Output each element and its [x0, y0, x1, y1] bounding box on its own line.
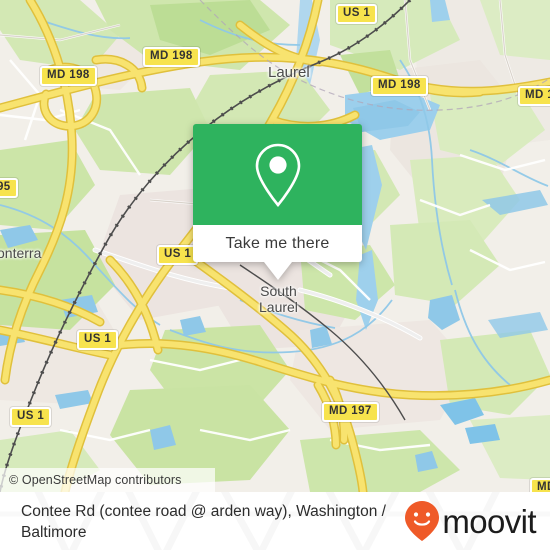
moovit-pin-icon	[405, 501, 440, 541]
road-shield: US 1	[77, 330, 119, 350]
take-me-there-callout[interactable]: Take me there	[193, 124, 362, 280]
road-shield: MD 198	[371, 76, 428, 96]
footer-content: Contee Rd (contee road @ arden way), Was…	[0, 492, 550, 550]
map-label-south-laurel: South Laurel	[259, 283, 298, 315]
place-title: Contee Rd (contee road @ arden way), Was…	[21, 503, 386, 541]
road-shield-label: MD 197	[329, 405, 372, 417]
page-footer: Contee Rd (contee road @ arden way), Was…	[0, 492, 550, 550]
map-pin-icon	[255, 143, 300, 207]
road-shield: MD	[530, 478, 550, 492]
road-shield: MD 198	[40, 66, 97, 86]
road-shield: 95	[0, 178, 18, 198]
road-shield: MD 1	[518, 86, 550, 106]
map-label-line: South	[260, 283, 297, 299]
road-shield: US 1	[10, 407, 52, 427]
take-me-there-label: Take me there	[225, 234, 330, 252]
road-shield-label: US 1	[343, 7, 371, 19]
map-view[interactable]: Laurel South Laurel onterra US 1 MD 198 MD…	[0, 0, 550, 492]
map-label-line: Laurel	[259, 299, 298, 315]
road-shield: US 1	[336, 4, 378, 24]
road-shield-label: MD 198	[378, 79, 421, 91]
map-label-konterra: onterra	[0, 245, 42, 261]
road-shield-label: US 1	[164, 248, 192, 260]
road-shield: MD 198	[143, 47, 200, 67]
road-shield: MD 197	[322, 402, 379, 422]
road-shield-label: US 1	[17, 410, 45, 422]
map-label-laurel: Laurel	[268, 64, 310, 81]
road-shield-label: US 1	[84, 333, 112, 345]
road-shield-label: MD 198	[47, 69, 90, 81]
road-shield-label: MD 198	[150, 50, 193, 62]
moovit-wordmark: moovit	[442, 502, 536, 540]
road-shield: US 1	[157, 245, 199, 265]
moovit-logo[interactable]: moovit	[404, 500, 537, 542]
road-shield-label: 95	[0, 181, 11, 193]
road-shield-label: MD 1	[525, 89, 550, 101]
callout-pointer	[263, 262, 292, 280]
callout-image-area	[193, 124, 362, 225]
road-shield-label: MD	[537, 481, 550, 492]
callout-action-bar[interactable]: Take me there	[193, 225, 362, 262]
moovit-station-page: Laurel South Laurel onterra US 1 MD 198 MD…	[0, 0, 550, 550]
